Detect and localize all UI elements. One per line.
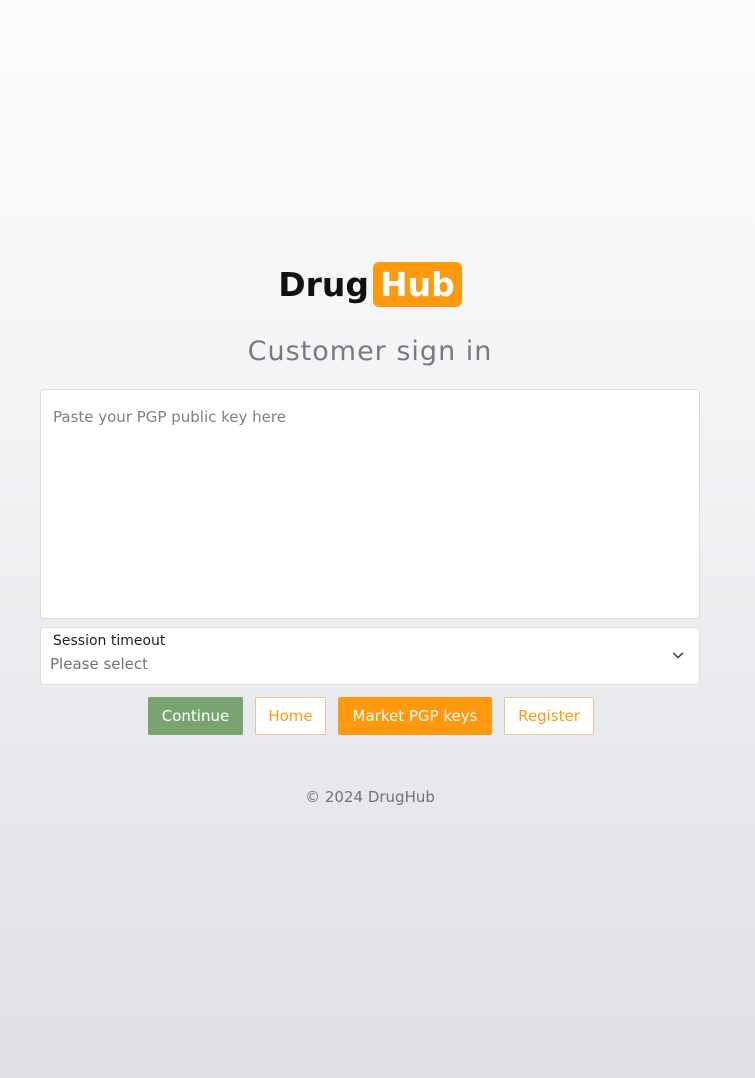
continue-button[interactable]: Continue xyxy=(148,697,243,735)
market-pgp-keys-button[interactable]: Market PGP keys xyxy=(338,697,492,735)
logo-text-hub-badge: Hub xyxy=(373,262,462,307)
home-button[interactable]: Home xyxy=(255,697,326,735)
pgp-public-key-input[interactable] xyxy=(40,389,700,619)
session-timeout-label: Session timeout xyxy=(53,633,166,649)
logo-text-drug: Drug xyxy=(278,265,370,304)
footer-copyright: © 2024 DrugHub xyxy=(305,788,435,806)
session-timeout-value: Please select xyxy=(50,655,149,673)
page-title: Customer sign in xyxy=(247,336,493,367)
register-button[interactable]: Register xyxy=(504,697,594,735)
action-buttons: Continue Home Market PGP keys Register xyxy=(148,697,594,735)
chevron-down-icon xyxy=(672,652,684,659)
session-timeout-select[interactable]: Session timeout Please select xyxy=(40,627,700,685)
site-logo: Drug Hub xyxy=(0,260,740,307)
